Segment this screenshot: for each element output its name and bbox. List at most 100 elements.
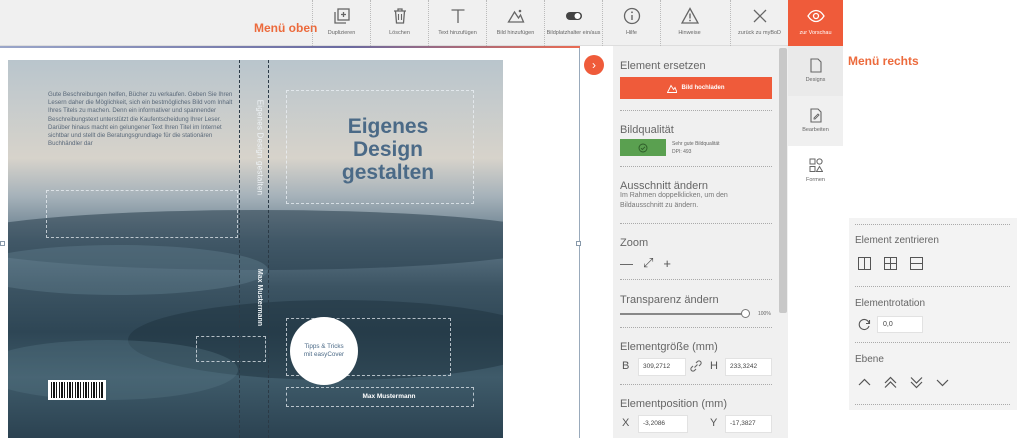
badge-line: mit easyCover [303,351,345,358]
chevron-right-icon: › [592,58,596,72]
separator [620,327,772,328]
preview-label: zur Vorschau [799,30,832,36]
tab-label: Bearbeiten [802,127,829,133]
hints-button[interactable]: Hinweise [660,0,718,46]
add-text-button[interactable]: Text hinzufügen [428,0,486,46]
zoom-controls: — ⤢ + [620,255,671,271]
separator [855,404,1010,405]
zoom-title: Zoom [620,237,649,249]
replace-element-title: Element ersetzen [620,60,706,72]
toggle-icon [565,12,582,20]
y-field[interactable]: -17,3827 [725,415,772,433]
separator [855,286,1010,287]
book-cover[interactable]: Gute Beschreibungen helfen, Bücher zu ve… [8,60,503,438]
separator [620,166,772,167]
image-icon [667,84,678,93]
info-icon [623,7,640,25]
separator [620,384,772,385]
top-menu-annotation: Menü oben [254,21,318,35]
height-field[interactable]: 233,3242 [725,358,772,376]
wave-shape [8,245,268,295]
duplicate-icon [333,8,350,24]
shapes-icon [809,158,823,172]
badge-line: Tipps & Tricks [304,343,344,350]
document-icon [809,58,822,73]
tab-edit[interactable]: Bearbeiten [788,96,843,146]
collapse-panel-button[interactable]: › [584,55,604,75]
quality-indicator [620,139,666,156]
center-element-title: Element zentrieren [855,235,939,246]
barcode-bars [51,382,103,398]
layer-title: Ebene [855,354,884,365]
x-field[interactable]: -3,2086 [638,415,688,433]
help-button[interactable]: Hilfe [602,0,660,46]
zoom-fit-icon[interactable]: ⤢ [643,255,653,271]
cover-title-line: Design [352,138,423,161]
back-cover-text[interactable]: Gute Beschreibungen helfen, Bücher zu ve… [48,91,234,148]
quality-text: Sehr gute Bildqualität [672,141,720,147]
upload-image-label: Bild hochladen [681,85,725,91]
delete-button[interactable]: Löschen [370,0,428,46]
spine-title[interactable]: Eigenes Design gestalten [250,72,270,222]
check-circle-icon [638,143,648,152]
transparency-slider[interactable] [620,313,746,315]
back-to-mybod-button[interactable]: zurück zu myBoD [730,0,788,46]
editor-root: Menü oben Duplizieren Löschen Text hinzu… [0,0,1024,438]
separator [620,279,772,280]
placeholder-toggle-button[interactable]: Bildplatzhalter ein/aus [544,0,602,46]
cover-badge[interactable]: Tipps & Tricks mit easyCover [290,317,358,385]
element-detail-panel [849,218,1017,410]
duplicate-button[interactable]: Duplizieren [312,0,370,46]
cover-title[interactable]: Eigenes Design gestalten [293,115,483,184]
resize-handle-left[interactable] [0,241,5,246]
cover-title-line: gestalten [341,161,435,184]
layer-up-icon[interactable] [858,376,871,389]
tab-designs[interactable]: Designs [788,46,843,96]
width-label: B [622,360,630,372]
transparency-slider-knob[interactable] [741,309,750,318]
tab-shapes[interactable]: Formen [788,146,843,196]
link-icon[interactable] [689,359,703,373]
spine-author-text: Max Mustermann [256,268,264,326]
cover-author[interactable]: Max Mustermann [295,393,483,400]
resize-handle-right[interactable] [576,241,581,246]
tab-label: Formen [806,177,825,183]
element-rotation-title: Elementrotation [855,298,926,309]
transparency-title: Transparenz ändern [620,294,719,306]
x-label: X [622,417,630,429]
zoom-out-icon[interactable]: — [620,256,633,271]
layer-to-front-icon[interactable] [884,376,897,389]
zoom-in-icon[interactable]: + [663,256,671,271]
separator [620,110,772,111]
close-icon [753,9,766,23]
warning-icon [680,7,699,24]
image-icon [506,9,524,23]
hints-label: Hinweise [678,30,701,36]
layer-to-back-icon[interactable] [910,376,923,389]
center-both-icon[interactable] [884,257,897,270]
center-vertical-icon[interactable] [858,257,871,270]
upload-image-button[interactable]: Bild hochladen [620,77,772,99]
width-field[interactable]: 309,2712 [638,358,686,376]
panel-scrollbar[interactable] [779,48,787,313]
add-image-button[interactable]: Bild hinzufügen [486,0,544,46]
rotate-icon[interactable] [858,318,871,331]
preview-button[interactable]: zur Vorschau [788,0,843,46]
rotation-field[interactable]: 0,0 [877,316,923,333]
back-text-placeholder[interactable] [46,190,238,238]
duplicate-label: Duplizieren [327,30,356,36]
separator [855,342,1010,343]
barcode [48,380,106,400]
spine-author[interactable]: Max Mustermann [250,252,270,342]
height-label: H [710,360,718,372]
back-label: zurück zu myBoD [737,30,782,36]
spine-title-text: Eigenes Design gestalten [255,99,265,195]
add-text-label: Text hinzufügen [438,30,477,36]
y-label: Y [710,417,718,429]
cover-title-line: Eigenes [347,115,429,138]
transparency-value: 100% [758,311,771,317]
layer-down-icon[interactable] [936,376,949,389]
add-image-label: Bild hinzufügen [496,30,535,36]
center-horizontal-icon[interactable] [910,257,923,270]
help-label: Hilfe [625,30,637,36]
